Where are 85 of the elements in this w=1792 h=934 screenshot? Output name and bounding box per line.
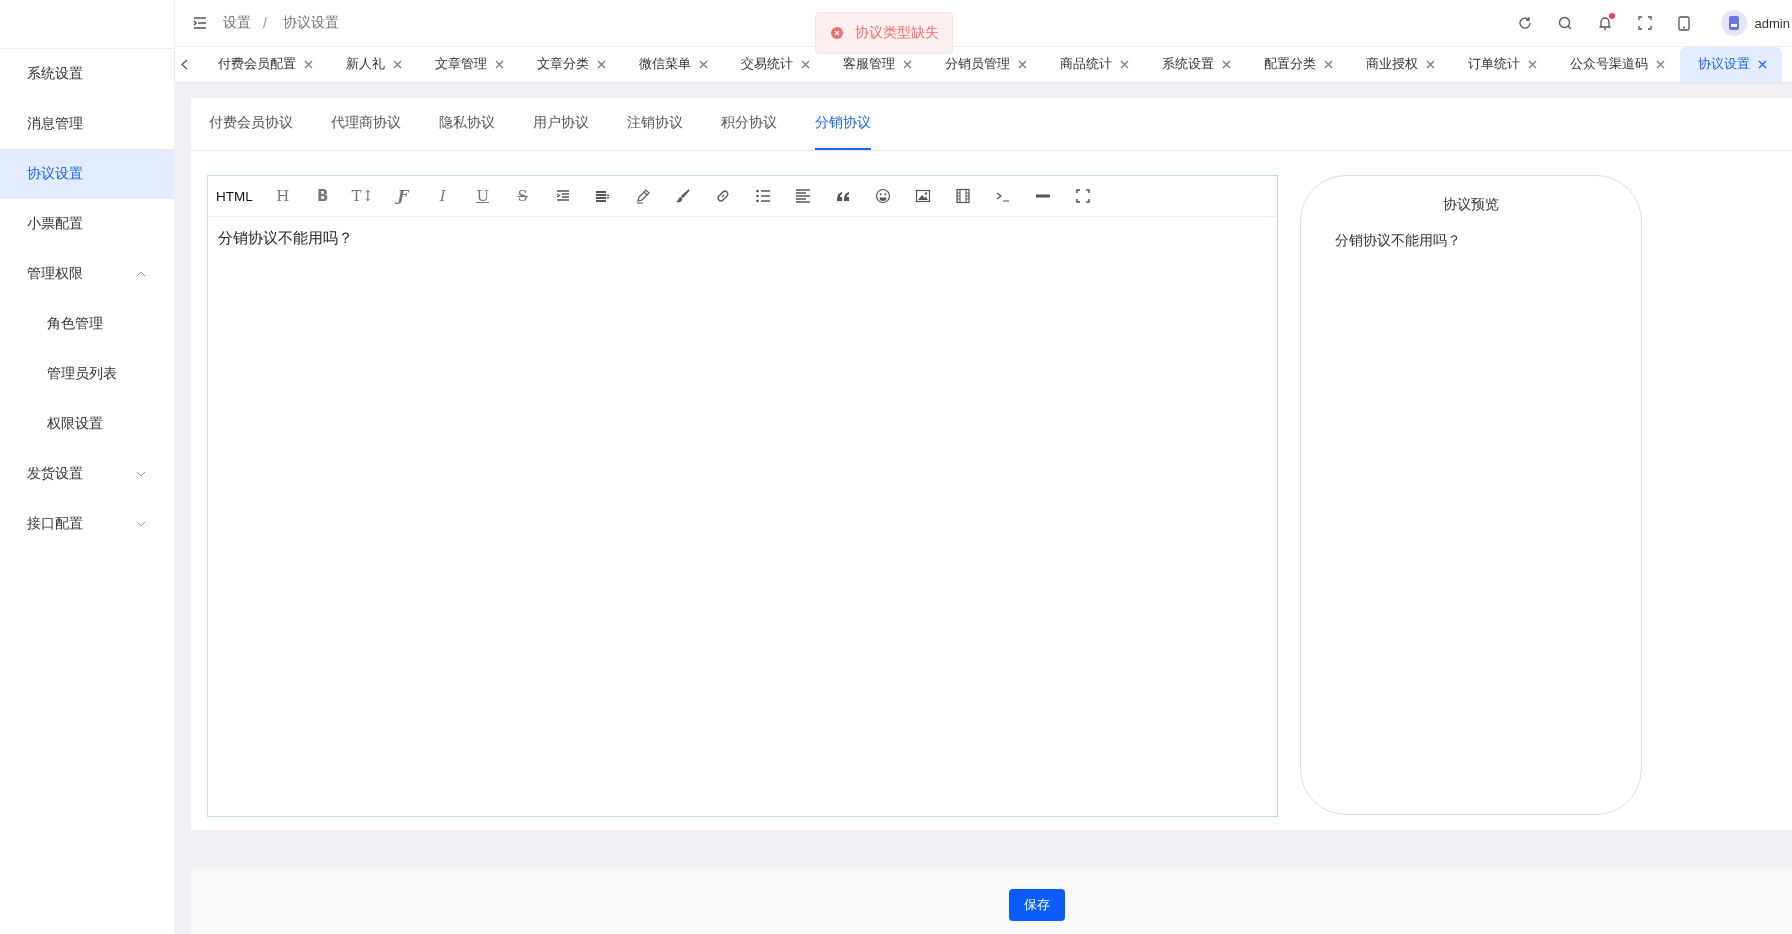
- avatar-icon[interactable]: [1720, 10, 1747, 36]
- sidebar-item[interactable]: 协议设置: [0, 149, 174, 199]
- page-tab[interactable]: 公众号渠道码: [1552, 47, 1680, 82]
- sidebar-item[interactable]: 发货设置: [0, 449, 174, 499]
- page-tab[interactable]: 商业授权: [1348, 47, 1450, 82]
- breadcrumb-separator: /: [263, 15, 267, 31]
- close-icon[interactable]: [1758, 60, 1767, 69]
- close-icon[interactable]: [1656, 60, 1665, 69]
- format-button[interactable]: Ƒ: [382, 187, 423, 205]
- save-button[interactable]: 保存: [1008, 889, 1065, 921]
- agreement-tab[interactable]: 分销协议: [815, 98, 871, 150]
- close-icon[interactable]: [1324, 60, 1333, 69]
- page-tab[interactable]: 商品统计: [1042, 47, 1144, 82]
- sidebar-item[interactable]: 管理权限: [0, 249, 174, 299]
- preview-title: 协议预览: [1442, 196, 1500, 214]
- page-tab[interactable]: 交易统计: [723, 47, 825, 82]
- brush-icon[interactable]: [674, 188, 691, 204]
- agreement-tab[interactable]: 代理商协议: [331, 98, 420, 150]
- breadcrumb-item[interactable]: 设置: [223, 14, 251, 32]
- sidebar-item[interactable]: 系统设置: [0, 49, 174, 99]
- rich-text-editor[interactable]: HTML H B T↕ Ƒ I U S 分销协议不能用吗？: [207, 175, 1278, 817]
- pencil-icon[interactable]: [634, 188, 651, 204]
- close-icon[interactable]: [393, 60, 402, 69]
- close-icon[interactable]: [1528, 60, 1537, 69]
- sidebar-item[interactable]: 权限设置: [0, 399, 174, 449]
- close-icon[interactable]: [304, 60, 313, 69]
- close-icon[interactable]: [903, 60, 912, 69]
- bullet-list-icon[interactable]: [754, 188, 771, 204]
- sidebar-item[interactable]: 小票配置: [0, 199, 174, 249]
- page-tab[interactable]: 客服管理: [825, 47, 927, 82]
- error-icon: [831, 27, 843, 39]
- link-icon[interactable]: [714, 188, 731, 204]
- agreement-tab[interactable]: 注销协议: [627, 98, 702, 150]
- page-tab[interactable]: 协议设置: [1680, 47, 1782, 82]
- sidebar-item[interactable]: 消息管理: [0, 99, 174, 149]
- film-icon[interactable]: [954, 188, 971, 204]
- close-icon[interactable]: [699, 60, 708, 69]
- page-tab[interactable]: 微信菜单: [621, 47, 723, 82]
- smiley-icon[interactable]: [874, 188, 891, 204]
- sidebar-item[interactable]: 管理员列表: [0, 349, 174, 399]
- agreement-tab[interactable]: 用户协议: [533, 98, 608, 150]
- close-icon[interactable]: [801, 60, 810, 69]
- menu-icon[interactable]: [193, 17, 207, 29]
- user-name[interactable]: admin: [1754, 15, 1790, 31]
- search-icon[interactable]: [1557, 16, 1572, 30]
- bell-icon[interactable]: [1597, 16, 1612, 30]
- page-tab[interactable]: 新人礼: [328, 47, 417, 82]
- html-button[interactable]: HTML: [216, 188, 253, 204]
- page-tab[interactable]: 订单统计: [1450, 47, 1552, 82]
- format-button[interactable]: B: [302, 187, 343, 205]
- page-tab[interactable]: 分销员管理: [927, 47, 1042, 82]
- indent-icon[interactable]: [554, 188, 571, 204]
- image-icon[interactable]: [914, 188, 931, 204]
- close-icon[interactable]: [597, 60, 606, 69]
- page-tab[interactable]: 文章管理: [417, 47, 519, 82]
- sidebar-item[interactable]: 角色管理: [0, 299, 174, 349]
- agreement-tab[interactable]: 积分协议: [721, 98, 796, 150]
- page-tab[interactable]: 配置分类: [1246, 47, 1348, 82]
- format-button[interactable]: H: [262, 187, 303, 205]
- preview-text: 分销协议不能用吗？: [1335, 232, 1462, 250]
- close-icon[interactable]: [1018, 60, 1027, 69]
- close-icon[interactable]: [1120, 60, 1129, 69]
- format-button[interactable]: U: [462, 187, 503, 205]
- close-icon[interactable]: [1426, 60, 1435, 69]
- sidebar-item[interactable]: 接口配置: [0, 499, 174, 549]
- format-button[interactable]: I: [422, 187, 463, 205]
- toast-message: 协议类型缺失: [855, 24, 939, 42]
- page-tab[interactable]: 文章分类: [519, 47, 621, 82]
- format-button[interactable]: T↕: [342, 187, 383, 205]
- page-tab[interactable]: 系统设置: [1144, 47, 1246, 82]
- fullscreen-icon[interactable]: [1637, 16, 1652, 30]
- refresh-icon[interactable]: [1517, 16, 1532, 30]
- format-button[interactable]: S: [502, 187, 543, 205]
- fullscreen-icon[interactable]: [1074, 188, 1091, 204]
- agreement-tab[interactable]: 隐私协议: [439, 98, 514, 150]
- tablet-icon[interactable]: [1677, 15, 1690, 31]
- close-icon[interactable]: [495, 60, 504, 69]
- page-tab[interactable]: 付费会员配置: [200, 47, 328, 82]
- editor-text: 分销协议不能用吗？: [217, 228, 354, 248]
- align-left-icon[interactable]: [794, 188, 811, 204]
- align-icon[interactable]: [594, 188, 611, 204]
- close-icon[interactable]: [1222, 60, 1231, 69]
- chevron-left-icon[interactable]: [181, 59, 188, 70]
- agreement-tab[interactable]: 付费会员协议: [209, 98, 312, 150]
- breadcrumb-item: 协议设置: [282, 14, 339, 32]
